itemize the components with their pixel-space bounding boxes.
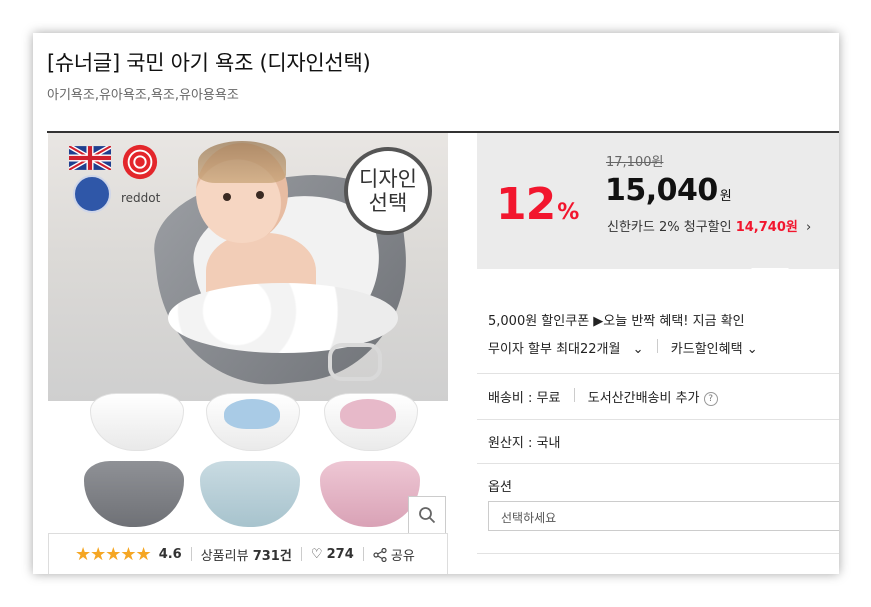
baby-eye <box>223 193 231 201</box>
discount-rate: 12% <box>496 183 579 235</box>
pink-tub-thumb <box>320 461 420 527</box>
grey-tub-thumb <box>84 461 184 527</box>
chevron-down-icon: ⌄ <box>632 342 644 357</box>
share-label: 공유 <box>390 548 415 564</box>
discount-unit: % <box>557 200 579 225</box>
origin-info: 원산지 : 국내 <box>488 436 561 451</box>
original-price: 17,100원 <box>606 155 664 170</box>
separator <box>300 547 302 561</box>
uk-flag-icon <box>69 146 111 170</box>
bpa-free-seal-icon <box>73 175 111 213</box>
shipping-row: 배송비 : 무료 도서산간배송비 추가 ? <box>488 387 718 406</box>
card-benefit-label: 카드할인혜택 <box>670 342 743 357</box>
product-tags: 아기욕조,유아욕조,욕조,유아용욕조 <box>47 88 239 103</box>
shipping-fee: 배송비 : 무료 <box>488 391 561 406</box>
blue-tub-thumb <box>200 461 300 527</box>
rating-bar: ★★★★★ 4.6 상품리뷰 731건 ♡ 274 공유 <box>48 533 448 574</box>
chevron-down-icon: ⌄ <box>746 342 758 357</box>
card-discount-price: 14,740원 <box>735 220 798 235</box>
share-button[interactable]: 공유 <box>373 545 415 564</box>
pink-seat-insert <box>340 399 396 429</box>
sale-price-unit: 원 <box>719 189 732 204</box>
installment-label: 무이자 할부 최대22개월 <box>488 342 621 357</box>
separator <box>362 547 364 561</box>
star-rating-icon: ★★★★★ <box>75 543 152 565</box>
panel-notch <box>751 268 789 287</box>
zoom-button[interactable] <box>408 496 446 534</box>
design-select-badge: 디자인 선택 <box>344 147 432 235</box>
separator <box>190 547 192 561</box>
option-label: 옵션 <box>488 480 512 495</box>
card-discount-text: 신한카드 2% 청구할인 <box>607 220 732 235</box>
reddot-award-icon <box>122 144 158 180</box>
separator <box>656 339 658 353</box>
remote-shipping-info: 도서산간배송비 추가 <box>587 391 700 406</box>
white-tub-thumb <box>90 393 184 451</box>
like-button[interactable]: ♡ 274 <box>311 547 354 562</box>
coupon-link[interactable]: 5,000원 할인쿠폰 ▶오늘 반짝 혜택! 지금 확인 <box>488 310 745 329</box>
help-icon[interactable]: ? <box>703 391 718 406</box>
main-product-image[interactable]: reddot 디자인 선택 <box>48 133 448 401</box>
like-count: 274 <box>326 546 354 562</box>
section-divider <box>477 373 839 374</box>
heart-icon: ♡ <box>310 546 323 562</box>
color-variants-image <box>48 393 448 533</box>
tub-handle <box>328 343 382 381</box>
blue-seat-insert <box>224 399 280 429</box>
sale-price-value: 15,040 <box>605 173 718 208</box>
rating-score: 4.6 <box>158 546 182 562</box>
option-select[interactable]: 선택하세요 <box>488 501 839 531</box>
review-link[interactable]: 상품리뷰 731건 <box>201 545 292 564</box>
section-divider <box>477 419 839 420</box>
review-count: 731건 <box>252 548 292 564</box>
product-card: [슈너글] 국민 아기 욕조 (디자인선택) 아기욕조,유아욕조,욕조,유아용욕… <box>33 33 839 574</box>
separator <box>573 388 575 402</box>
reddot-label: reddot <box>121 191 161 205</box>
share-icon <box>373 547 387 562</box>
review-label: 상품리뷰 <box>200 548 249 564</box>
benefit-row: 무이자 할부 최대22개월 ⌄ 카드할인혜택 ⌄ <box>488 338 758 357</box>
section-divider <box>477 463 839 464</box>
section-divider <box>477 553 839 554</box>
product-title: [슈너글] 국민 아기 욕조 (디자인선택) <box>47 51 371 75</box>
sale-price: 15,040 원 <box>605 173 732 208</box>
card-discount-link[interactable]: 신한카드 2% 청구할인 14,740원 › <box>607 216 811 235</box>
baby-hair <box>198 141 286 183</box>
discount-value: 12 <box>496 179 556 230</box>
card-benefit-button[interactable]: 카드할인혜택 ⌄ <box>671 342 758 357</box>
chevron-right-icon: › <box>806 220 812 235</box>
installment-button[interactable]: 무이자 할부 최대22개월 ⌄ <box>488 342 648 357</box>
baby-eye <box>256 191 264 199</box>
magnifier-icon <box>419 507 436 524</box>
